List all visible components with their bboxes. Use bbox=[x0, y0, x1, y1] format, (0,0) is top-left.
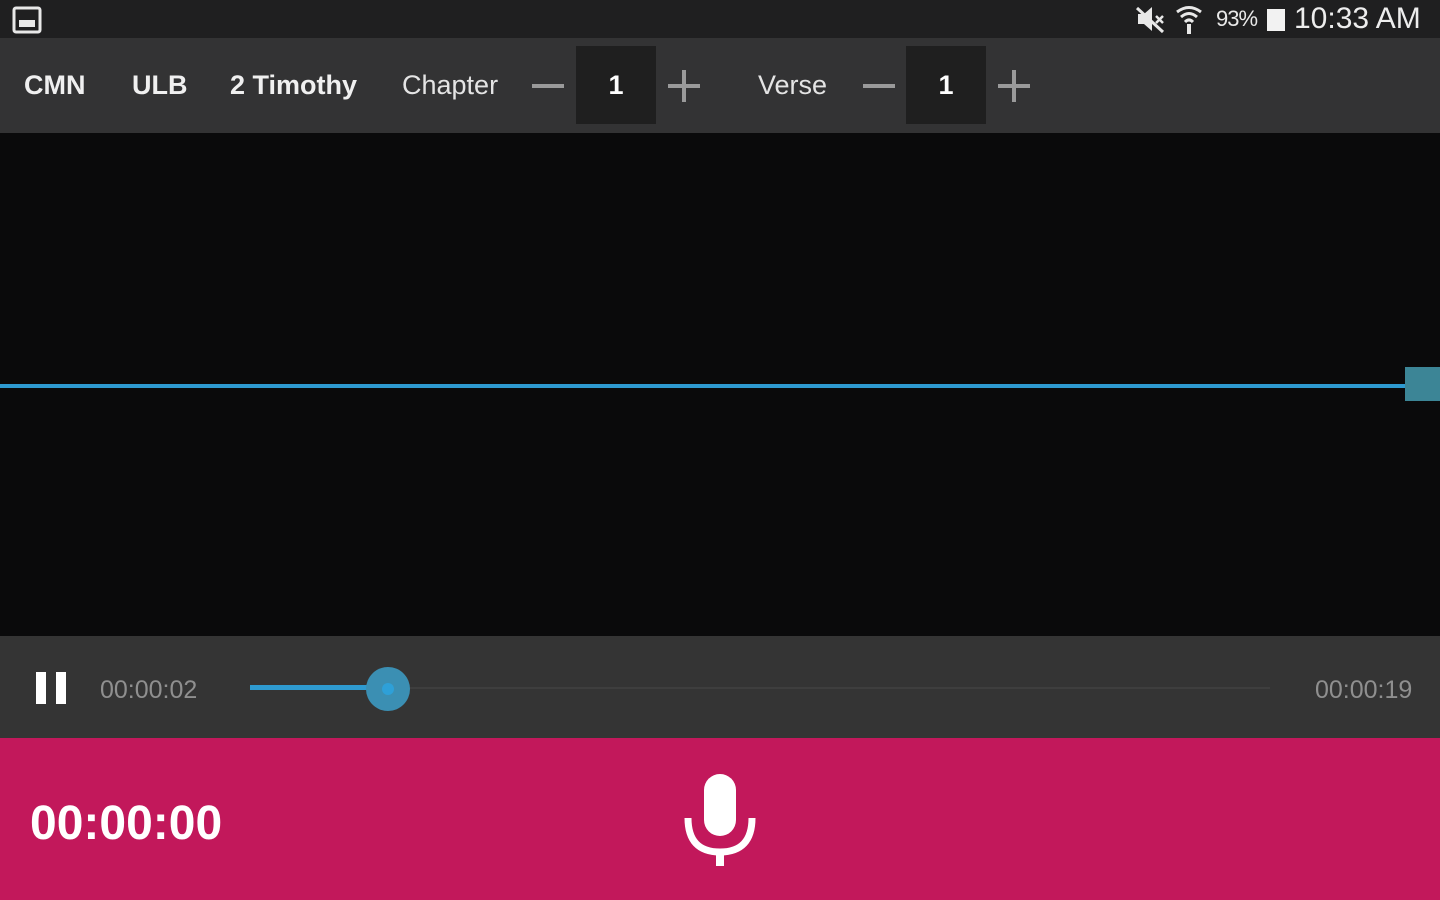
player-bar: 00:00:02 00:00:19 bbox=[0, 636, 1440, 738]
version-selector[interactable]: ULB bbox=[132, 70, 188, 101]
chapter-value[interactable]: 1 bbox=[576, 46, 656, 124]
language-selector[interactable]: CMN bbox=[24, 70, 86, 101]
chapter-increment-plus-icon[interactable] bbox=[666, 68, 702, 104]
verse-label: Verse bbox=[758, 70, 828, 100]
toolbar: CMN ULB 2 Timothy Chapter 1 Verse 1 bbox=[0, 38, 1440, 133]
record-bar: 00:00:00 bbox=[0, 738, 1440, 900]
battery-percentage: 93% bbox=[1216, 6, 1258, 31]
status-bar: 93% 10:33 AM bbox=[0, 0, 1440, 38]
mute-icon bbox=[1135, 6, 1165, 34]
book-selector[interactable]: 2 Timothy bbox=[230, 70, 357, 101]
seek-thumb[interactable] bbox=[365, 667, 410, 711]
waveform-area[interactable] bbox=[0, 133, 1440, 636]
verse-value[interactable]: 1 bbox=[906, 46, 986, 124]
verse-increment-plus-icon[interactable] bbox=[996, 68, 1032, 104]
chapter-decrement-minus-icon[interactable] bbox=[530, 68, 566, 104]
elapsed-time: 00:00:02 bbox=[100, 676, 198, 704]
gallery-icon bbox=[12, 6, 42, 34]
total-time: 00:00:19 bbox=[1315, 676, 1413, 704]
recording-timer: 00:00:00 bbox=[30, 797, 223, 850]
waveform-line bbox=[0, 384, 1410, 388]
waveform-marker-handle[interactable] bbox=[1405, 367, 1440, 401]
verse-decrement-minus-icon[interactable] bbox=[861, 68, 897, 104]
battery-icon bbox=[1267, 9, 1285, 31]
wifi-icon bbox=[1176, 6, 1202, 34]
chapter-label: Chapter bbox=[402, 70, 499, 100]
status-clock: 10:33 AM bbox=[1294, 2, 1421, 35]
pause-icon[interactable] bbox=[36, 672, 66, 704]
microphone-icon[interactable] bbox=[684, 774, 756, 868]
